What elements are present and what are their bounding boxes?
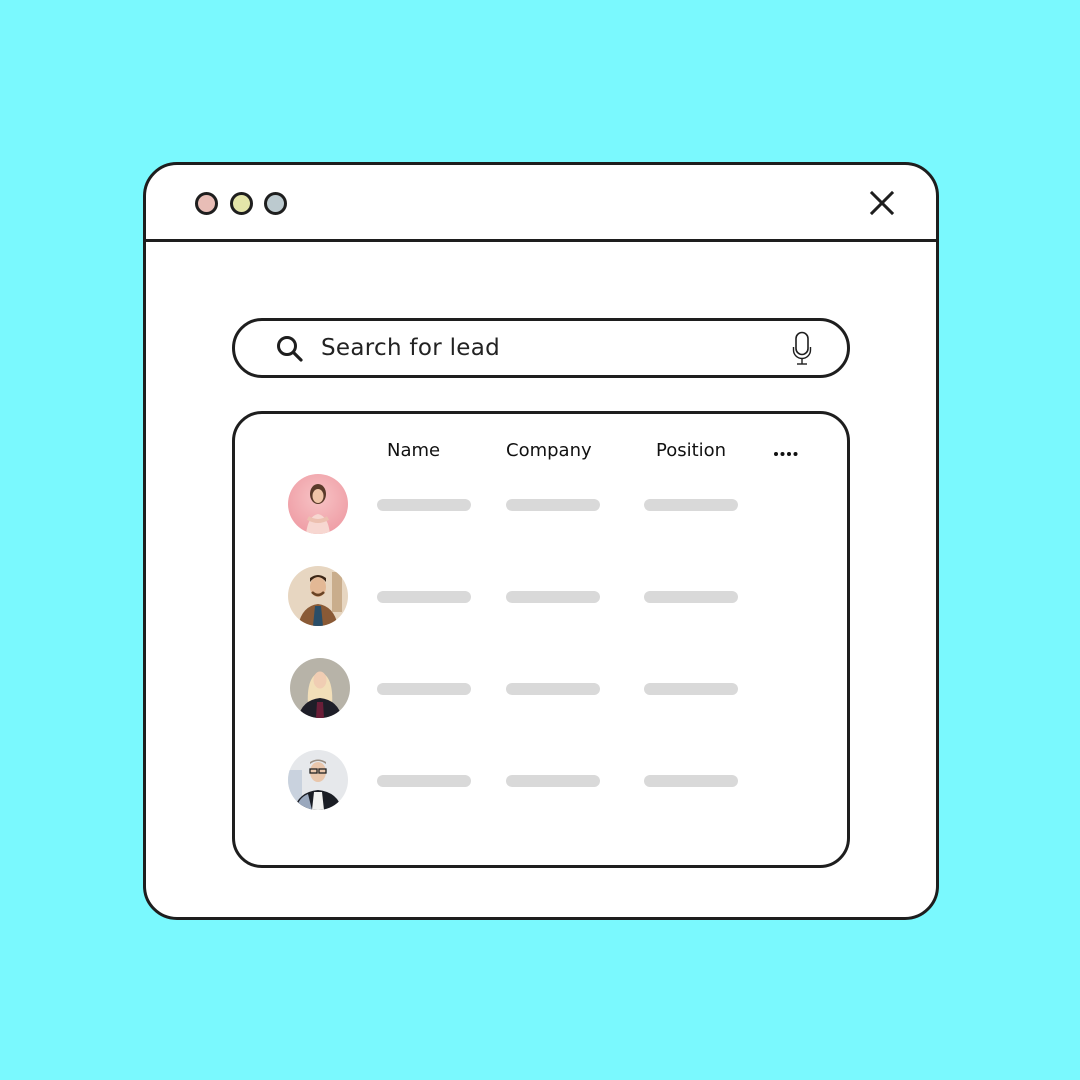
position-placeholder-bar [644, 499, 738, 511]
avatar [290, 658, 350, 718]
window-dot-red[interactable] [195, 192, 218, 215]
title-bar [146, 165, 936, 242]
more-horizontal-icon [774, 452, 798, 456]
avatar [288, 566, 348, 626]
company-placeholder-bar [506, 499, 600, 511]
leads-table: Name Company Position [232, 411, 850, 868]
close-button[interactable] [868, 189, 896, 217]
more-options-button[interactable] [773, 444, 799, 458]
window-dot-blue[interactable] [264, 192, 287, 215]
name-placeholder-bar [377, 499, 471, 511]
company-placeholder-bar [506, 775, 600, 787]
search-bar [232, 318, 850, 378]
table-row[interactable] [235, 658, 847, 720]
search-icon[interactable] [275, 334, 305, 364]
column-header-position[interactable]: Position [656, 440, 726, 461]
position-placeholder-bar [644, 775, 738, 787]
company-placeholder-bar [506, 683, 600, 695]
column-header-name[interactable]: Name [387, 440, 440, 461]
position-placeholder-bar [644, 683, 738, 695]
table-row[interactable] [235, 566, 847, 628]
name-placeholder-bar [377, 683, 471, 695]
table-row[interactable] [235, 750, 847, 812]
company-placeholder-bar [506, 591, 600, 603]
avatar [288, 474, 348, 534]
name-placeholder-bar [377, 591, 471, 603]
woman-avatar-icon [290, 658, 350, 718]
close-icon [869, 190, 895, 216]
avatar [288, 750, 348, 810]
name-placeholder-bar [377, 775, 471, 787]
position-placeholder-bar [644, 591, 738, 603]
man-avatar-icon [288, 750, 348, 810]
search-input[interactable] [321, 329, 761, 367]
browser-window: Name Company Position [143, 162, 939, 920]
microphone-icon[interactable] [791, 331, 813, 367]
man-avatar-icon [288, 566, 348, 626]
column-header-company[interactable]: Company [506, 440, 592, 461]
window-dot-yellow[interactable] [230, 192, 253, 215]
woman-avatar-icon [288, 474, 348, 534]
table-row[interactable] [235, 474, 847, 536]
